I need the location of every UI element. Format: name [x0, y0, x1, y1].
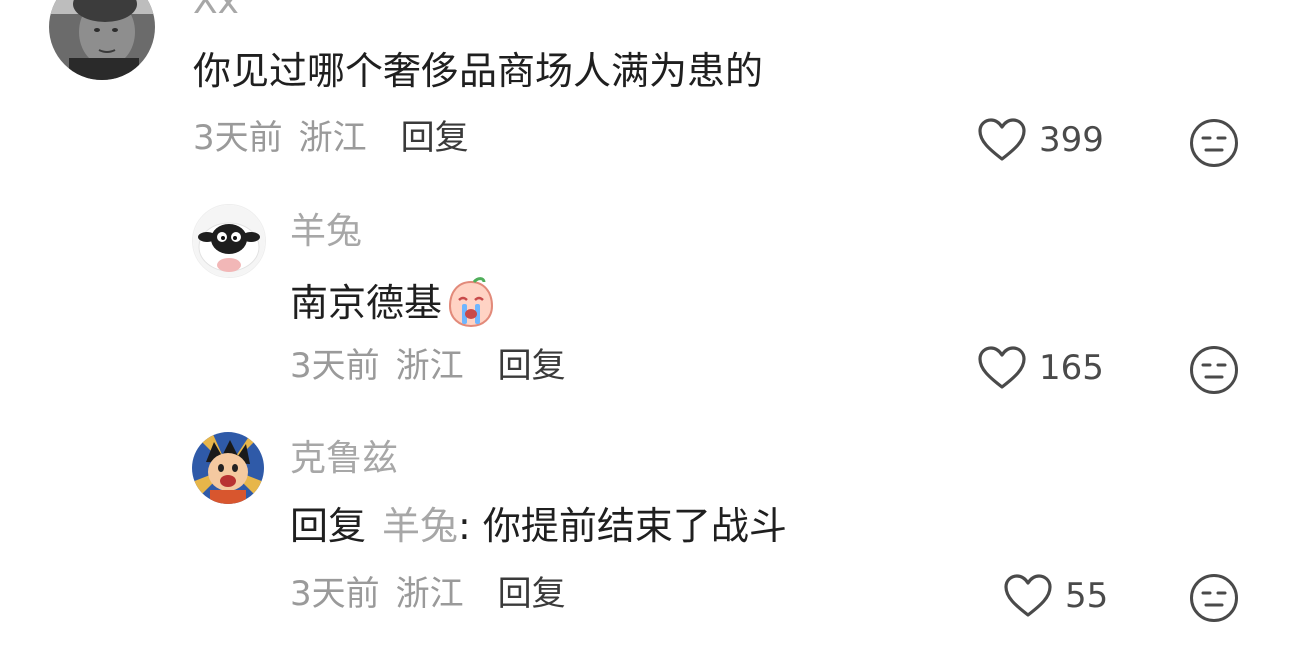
comment-time: 3天前: [290, 574, 380, 614]
comment-location: 浙江: [395, 346, 464, 386]
like-button[interactable]: 165: [977, 345, 1104, 391]
reply-button[interactable]: 回复: [498, 349, 566, 383]
dislike-button[interactable]: [1189, 118, 1239, 168]
like-button[interactable]: 399: [977, 117, 1104, 163]
avatar[interactable]: [192, 204, 266, 278]
comment-time: 3天前: [290, 346, 380, 386]
like-count: 399: [1039, 120, 1104, 160]
unamused-face-icon: [1189, 345, 1239, 395]
avatar[interactable]: [192, 432, 264, 504]
avatar[interactable]: [49, 0, 155, 80]
like-count: 165: [1039, 348, 1104, 388]
like-count: 55: [1065, 576, 1109, 616]
reply-button[interactable]: 回复: [498, 577, 566, 611]
heart-outline-icon: [977, 117, 1027, 163]
comment-text-body: : 你提前结束了战斗: [458, 504, 787, 548]
comment-time: 3天前: [193, 118, 283, 158]
comment-text: 南京德基: [290, 276, 498, 330]
reply-prefix: 回复: [290, 504, 367, 548]
comment-location: 浙江: [298, 118, 367, 158]
heart-outline-icon: [977, 345, 1027, 391]
comment-meta: 3天前 浙江 回复: [193, 121, 469, 155]
dislike-button[interactable]: [1189, 573, 1239, 623]
heart-outline-icon: [1003, 573, 1053, 619]
crying-face-emoji-icon: [444, 276, 498, 330]
comment-meta: 3天前 浙江 回复: [290, 577, 566, 611]
username[interactable]: 克鲁兹: [290, 441, 398, 477]
dislike-button[interactable]: [1189, 345, 1239, 395]
comment-text: 回复 羊兔 : 你提前结束了战斗: [290, 507, 787, 545]
comment-meta: 3天前 浙江 回复: [290, 349, 566, 383]
like-button[interactable]: 55: [1003, 573, 1108, 619]
unamused-face-icon: [1189, 573, 1239, 623]
reply-button[interactable]: 回复: [401, 121, 469, 155]
unamused-face-icon: [1189, 118, 1239, 168]
comment-text-body: 南京德基: [290, 281, 443, 325]
comment-location: 浙江: [395, 574, 464, 614]
comment-text-body: 你见过哪个奢侈品商场人满为患的: [193, 49, 764, 93]
reply-to-username[interactable]: 羊兔: [382, 507, 458, 545]
username[interactable]: Xx: [193, 0, 239, 20]
username[interactable]: 羊兔: [290, 214, 362, 250]
comment-text: 你见过哪个奢侈品商场人满为患的: [193, 52, 763, 90]
